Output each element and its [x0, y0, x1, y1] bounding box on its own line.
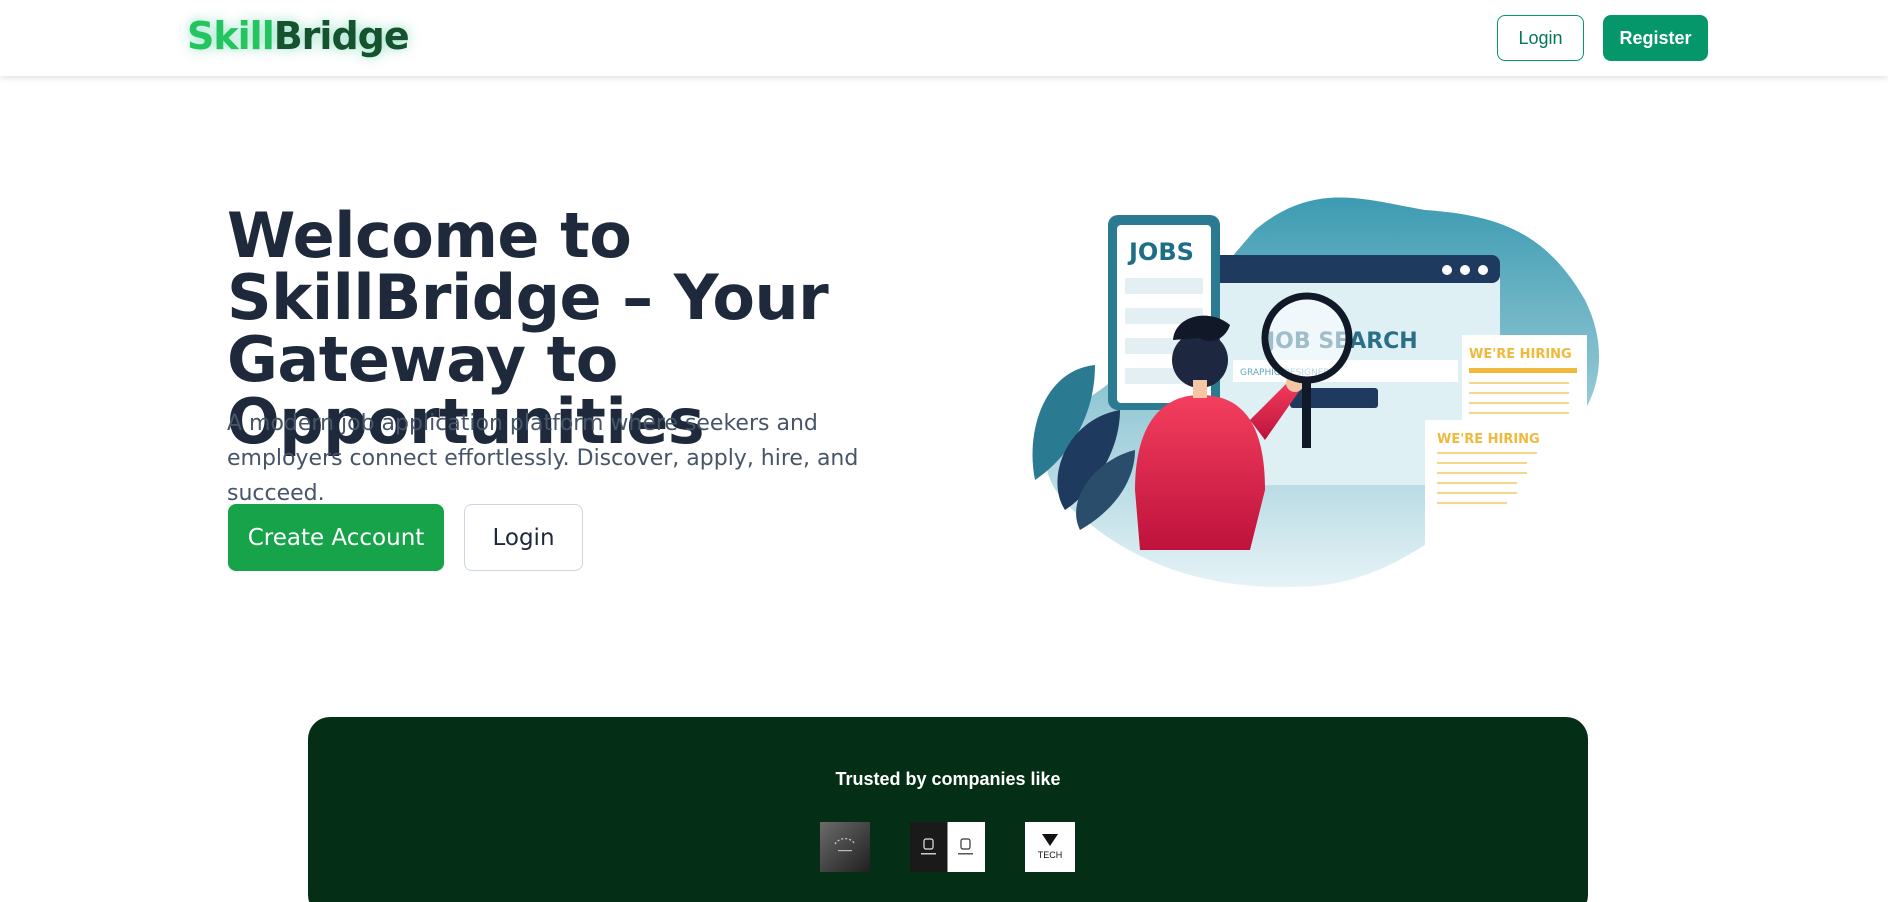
brand-part-1: Skill	[187, 14, 275, 58]
company-logo-3: TECH	[1025, 822, 1075, 872]
company-logo-3-text: TECH	[1038, 850, 1063, 860]
job-search-illustration: JOB SEARCH GRAPHIC DESIGNER JOBS WE'RE H…	[1032, 197, 1600, 588]
trusted-section: Trusted by companies like TECH	[308, 717, 1588, 902]
navbar: SkillBridge Login Register	[0, 0, 1888, 76]
brand-logo[interactable]: SkillBridge	[187, 14, 410, 58]
trusted-title: Trusted by companies like	[835, 769, 1061, 789]
company-logo-2-mark	[921, 838, 973, 855]
company-logo-1-mark	[834, 838, 856, 852]
create-account-button[interactable]: Create Account	[228, 504, 444, 571]
jobs-heading: JOBS	[1127, 238, 1194, 266]
company-logo-2	[910, 822, 985, 872]
brand-part-2: Bridge	[273, 14, 410, 58]
nav-login-button[interactable]: Login	[1497, 15, 1584, 61]
hero-login-button[interactable]: Login	[464, 504, 583, 571]
hiring-text-1: WE'RE HIRING	[1469, 347, 1572, 362]
hiring-text-2: WE'RE HIRING	[1437, 432, 1540, 447]
nav-register-button[interactable]: Register	[1603, 15, 1708, 61]
hiring-paper-2: WE'RE HIRING	[1425, 420, 1550, 570]
hero-subtitle: A modern job application platform where …	[227, 411, 859, 506]
company-logo-1	[820, 822, 870, 872]
